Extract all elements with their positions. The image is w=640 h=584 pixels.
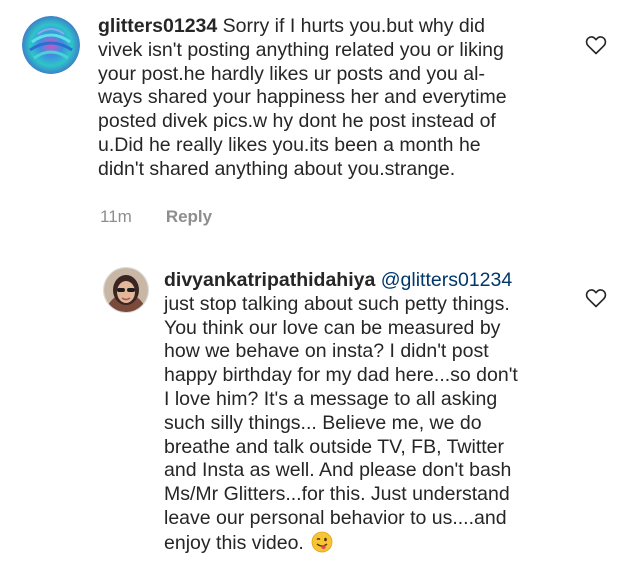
user-avatar[interactable]	[103, 267, 149, 313]
comment-message: Sorry if I hurts you.but why did vivek i…	[98, 15, 507, 180]
winking-face-tongue-emoji-icon	[311, 531, 333, 553]
comment-message: just stop talking about such petty thing…	[164, 292, 518, 554]
comment-timestamp: 11m	[100, 207, 132, 226]
comment-meta: 11m Reply	[100, 207, 212, 227]
swirl-avatar-icon	[22, 16, 80, 74]
comment-text: glitters01234 Sorry if I hurts you.but w…	[98, 15, 598, 182]
reply-button[interactable]: Reply	[166, 207, 212, 227]
profile-photo-avatar-icon	[104, 268, 148, 312]
heart-outline-icon[interactable]	[584, 286, 608, 310]
comment-username[interactable]: glitters01234	[98, 15, 217, 37]
comment-username[interactable]: divyankatripathidahiya	[164, 269, 375, 291]
heart-outline-icon[interactable]	[584, 33, 608, 57]
mention-link[interactable]: @glitters01234	[381, 269, 512, 291]
comment-divyanka: divyankatripathidahiya @glitters01234 ju…	[0, 258, 640, 584]
comment-text: divyankatripathidahiya @glitters01234 ju…	[164, 269, 594, 556]
comment-glitters: glitters01234 Sorry if I hurts you.but w…	[0, 0, 640, 240]
user-avatar[interactable]	[22, 16, 80, 74]
